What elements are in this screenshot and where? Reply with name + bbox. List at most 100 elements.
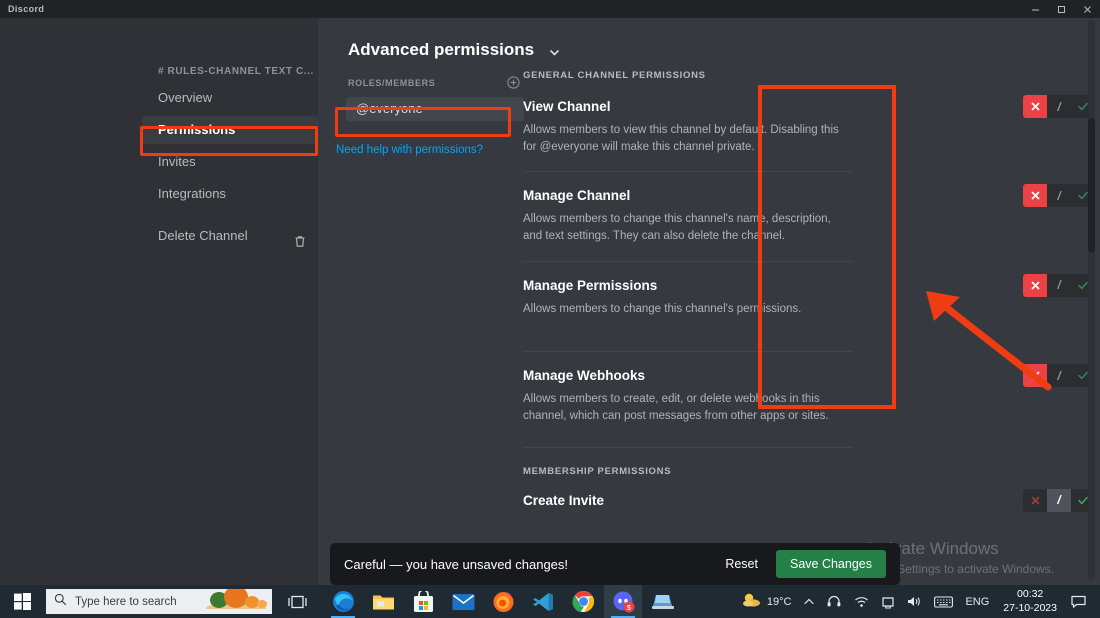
sidebar-item-integrations[interactable]: Integrations bbox=[142, 180, 318, 208]
system-tray: 19°C ENG 00:32 27-10-2023 bbox=[736, 585, 1100, 618]
search-placeholder: Type here to search bbox=[75, 595, 177, 608]
role-item-everyone[interactable]: @everyone bbox=[346, 97, 524, 121]
help-with-permissions-link[interactable]: Need help with permissions? bbox=[336, 144, 483, 156]
delete-channel-label: Delete Channel bbox=[158, 228, 248, 243]
permission-name: Manage Webhooks bbox=[523, 368, 646, 384]
save-changes-button[interactable]: Save Changes bbox=[775, 550, 886, 578]
maximize-button[interactable] bbox=[1048, 0, 1074, 18]
page-title: Advanced permissions bbox=[348, 40, 560, 60]
sidebar-item-invites[interactable]: Invites bbox=[142, 148, 318, 176]
minimize-button[interactable] bbox=[1022, 0, 1048, 18]
chrome-icon[interactable] bbox=[564, 585, 602, 618]
clock-widget[interactable]: 00:32 27-10-2023 bbox=[995, 585, 1065, 618]
search-input[interactable]: Type here to search bbox=[46, 589, 272, 614]
permission-name: Manage Channel bbox=[523, 188, 631, 204]
slash-icon[interactable]: / bbox=[1047, 184, 1071, 207]
permission-description: Allows members to create, edit, or delet… bbox=[523, 393, 829, 423]
permission-name: Manage Permissions bbox=[523, 277, 658, 293]
scrollbar-track[interactable] bbox=[1088, 20, 1095, 580]
slash-icon[interactable]: / bbox=[1047, 488, 1071, 512]
row-divider bbox=[523, 171, 853, 173]
reset-button[interactable]: Reset bbox=[725, 557, 758, 571]
start-button[interactable] bbox=[0, 585, 44, 618]
permission-toggle-view-channel[interactable]: / bbox=[1023, 95, 1095, 118]
row-divider bbox=[523, 260, 853, 262]
permissions-list: GENERAL CHANNEL PERMISSIONS View Channel… bbox=[523, 70, 1095, 524]
weather-widget[interactable]: 19°C bbox=[736, 585, 798, 618]
discord-window: Discord # RULES-CHANNEL TEXT C... Overvi… bbox=[0, 0, 1100, 618]
permission-name: Create Invite bbox=[523, 492, 605, 508]
x-icon[interactable] bbox=[1023, 489, 1047, 512]
delete-channel-button[interactable]: Delete Channel bbox=[142, 222, 318, 250]
taskbar-apps: 5 bbox=[324, 585, 682, 618]
sidebar-nav: Overview Permissions Invites Integration… bbox=[142, 84, 318, 250]
permission-toggle-manage-webhooks[interactable]: / bbox=[1023, 364, 1095, 388]
page-title-text: Advanced permissions bbox=[348, 40, 535, 59]
permission-row-create-invite: Create Invite / bbox=[523, 488, 1095, 512]
volume-icon[interactable] bbox=[901, 585, 928, 618]
remote-desktop-icon[interactable] bbox=[644, 585, 682, 618]
scrollbar-thumb[interactable] bbox=[1088, 118, 1095, 253]
unsaved-changes-bar: Careful — you have unsaved changes! Rese… bbox=[330, 543, 900, 585]
partly-sunny-icon bbox=[742, 592, 762, 611]
permission-row-view-channel: View Channel / Allows members to view th… bbox=[523, 95, 1095, 155]
section-membership-label: MEMBERSHIP PERMISSIONS bbox=[523, 465, 672, 477]
sidebar-item-overview[interactable]: Overview bbox=[142, 84, 318, 112]
window-controls bbox=[1022, 0, 1100, 18]
permission-description: Allows members to change this channel's … bbox=[523, 302, 802, 315]
pumpkin-decoration-icon bbox=[202, 589, 270, 614]
settings-body: # RULES-CHANNEL TEXT C... Overview Permi… bbox=[0, 18, 1100, 585]
task-view-button[interactable] bbox=[278, 585, 316, 618]
permissions-panel: Advanced permissions ROLES/MEMBERS @ever… bbox=[318, 18, 1100, 585]
wifi-icon[interactable] bbox=[848, 585, 875, 618]
roles-header-label: ROLES/MEMBERS bbox=[348, 77, 436, 88]
slash-icon[interactable]: / bbox=[1047, 95, 1071, 118]
chevron-up-icon[interactable] bbox=[797, 585, 821, 618]
permission-toggle-manage-permissions[interactable]: / bbox=[1023, 273, 1095, 297]
clock-time: 00:32 bbox=[1017, 588, 1044, 601]
x-icon[interactable] bbox=[1023, 184, 1047, 208]
discord-icon[interactable]: 5 bbox=[604, 585, 642, 618]
plus-circle-icon[interactable] bbox=[507, 76, 520, 89]
headset-icon[interactable] bbox=[821, 585, 848, 618]
x-icon[interactable] bbox=[1023, 95, 1047, 118]
sidebar-item-permissions[interactable]: Permissions bbox=[142, 116, 318, 144]
chevron-down-icon[interactable] bbox=[548, 44, 560, 56]
close-button[interactable] bbox=[1074, 0, 1100, 18]
windows-taskbar: Type here to search 5 19°C ENG 00:32 27-… bbox=[0, 585, 1100, 618]
section-general-label: GENERAL CHANNEL PERMISSIONS bbox=[523, 70, 706, 81]
permission-row-manage-webhooks: Manage Webhooks / Allows members to crea… bbox=[523, 364, 1095, 424]
permission-toggle-create-invite[interactable]: / bbox=[1023, 488, 1095, 512]
unsaved-changes-message: Careful — you have unsaved changes! bbox=[344, 556, 569, 572]
trash-icon bbox=[294, 230, 306, 247]
row-divider bbox=[523, 446, 853, 448]
keyboard-icon[interactable] bbox=[928, 585, 959, 618]
vscode-icon[interactable] bbox=[524, 585, 562, 618]
row-divider bbox=[523, 351, 853, 353]
mail-icon[interactable] bbox=[444, 585, 482, 618]
permission-row-manage-permissions: Manage Permissions / Allows members to c… bbox=[523, 273, 1095, 318]
sidebar-divider bbox=[142, 212, 318, 222]
slash-icon[interactable]: / bbox=[1047, 364, 1071, 387]
edge-icon[interactable] bbox=[324, 585, 362, 618]
microsoft-store-icon[interactable] bbox=[404, 585, 442, 618]
svg-text:5: 5 bbox=[627, 605, 631, 612]
window-title: Discord bbox=[8, 4, 45, 14]
roles-header-row: ROLES/MEMBERS bbox=[346, 76, 524, 89]
language-indicator[interactable]: ENG bbox=[959, 585, 995, 618]
file-explorer-icon[interactable] bbox=[364, 585, 402, 618]
x-icon[interactable] bbox=[1023, 273, 1047, 297]
permission-name: View Channel bbox=[523, 99, 611, 114]
clock-date: 27-10-2023 bbox=[1003, 601, 1057, 614]
x-icon[interactable] bbox=[1023, 364, 1047, 388]
firefox-icon[interactable] bbox=[484, 585, 522, 618]
search-icon bbox=[54, 593, 67, 611]
notification-icon[interactable] bbox=[1065, 585, 1096, 618]
slash-icon[interactable]: / bbox=[1047, 274, 1071, 297]
permission-toggle-manage-channel[interactable]: / bbox=[1023, 184, 1095, 208]
permission-description: Allows members to change this channel's … bbox=[523, 213, 831, 243]
permission-row-manage-channel: Manage Channel / Allows members to chang… bbox=[523, 184, 1095, 244]
onedrive-icon[interactable] bbox=[875, 585, 901, 618]
permission-description: Allows members to view this channel by d… bbox=[523, 124, 839, 153]
settings-sidebar: # RULES-CHANNEL TEXT C... Overview Permi… bbox=[0, 18, 318, 585]
